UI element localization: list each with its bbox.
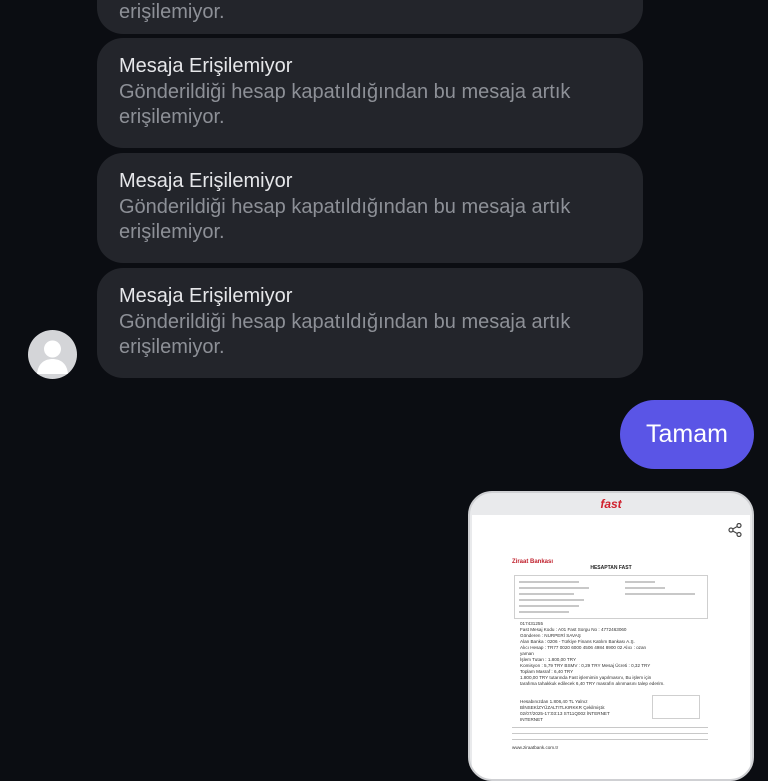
receipt-page: Ziraat Bankası HESAPTAN FAST 017431255 F… [472, 515, 750, 779]
message-body-line-1: Gönderildiği hesap kapatıldığından bu me… [119, 196, 571, 218]
receipt-heading: HESAPTAN FAST [590, 565, 632, 571]
default-user-avatar-icon[interactable] [28, 330, 77, 379]
message-body-line-2: erişilemiyor. [119, 221, 225, 243]
message-title: Mesaja Erişilemiyor [119, 170, 293, 192]
receipt-info-box [514, 575, 708, 619]
message-bubble[interactable]: Mesaja Erişilemiyor Gönderildiği hesap k… [97, 38, 643, 148]
message-title: Mesaja Erişilemiyor [119, 285, 293, 307]
receipt-line: tarafıma tahakkuk edilecek 6,40 TRY masr… [520, 681, 665, 686]
brand-logo: fast [600, 497, 622, 511]
message-body-line-2: erişilemiyor. [119, 336, 225, 358]
message-body-line-1: Gönderildiği hesap kapatıldığından bu me… [119, 81, 571, 103]
receipt-image-attachment[interactable]: fast Ziraat Bankası HESAPTAN FAST 017431… [468, 491, 754, 781]
message-title: Mesaja Erişilemiyor [119, 55, 293, 77]
receipt-line: INTERNET [520, 717, 543, 722]
message-body-line-1: Gönderildiği hesap kapatıldığından bu me… [119, 311, 571, 333]
receipt-footer: www.ziraatbank.com.tr [512, 745, 559, 750]
message-body-line-2: erişilemiyor. [119, 1, 225, 23]
sent-message-bubble[interactable]: Tamam [620, 400, 754, 469]
message-body-line-2: erişilemiyor. [119, 106, 225, 128]
message-bubble[interactable]: Mesaja Erişilemiyor Gönderildiği hesap k… [97, 153, 643, 263]
message-bubble[interactable]: Mesaja Erişilemiyor Gönderildiği hesap k… [97, 268, 643, 378]
message-bubble[interactable]: erişilemiyor. [97, 0, 643, 34]
share-icon[interactable] [728, 522, 742, 542]
